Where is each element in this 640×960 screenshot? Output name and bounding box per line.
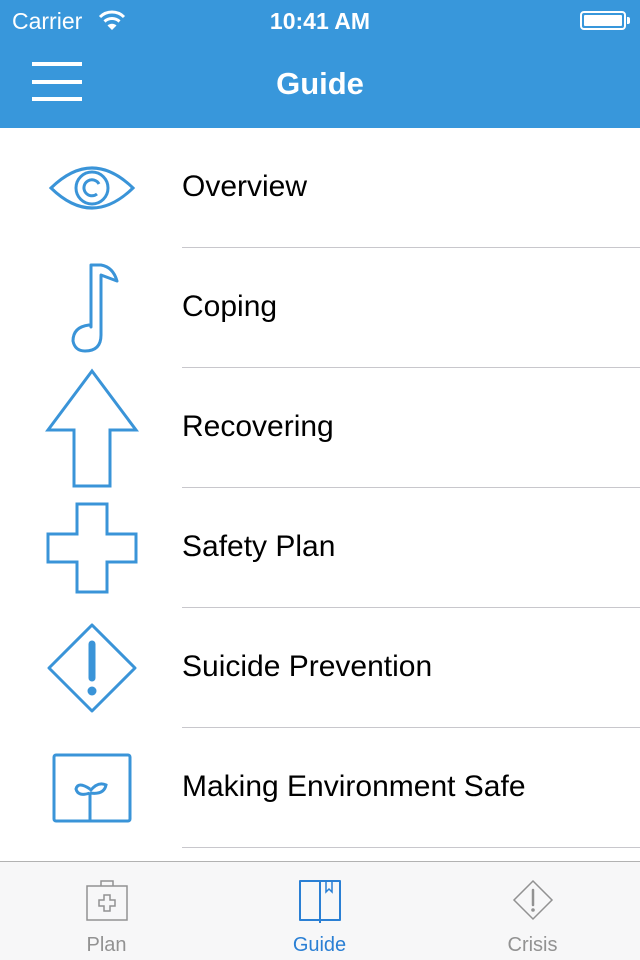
tab-plan[interactable]: Plan [0,862,213,960]
item-label: Overview [182,170,308,203]
tab-guide[interactable]: Guide [213,862,426,960]
list-item-partial[interactable] [0,848,640,861]
cross-icon [46,502,138,594]
list-item-overview[interactable]: Overview [0,128,640,248]
tab-label: Crisis [507,934,558,956]
guide-list: Overview Coping Recovering Safety Plan S… [0,128,640,861]
battery-tip [627,17,630,24]
navigation-header: Carrier 10:41 AM Guide [0,0,640,128]
list-item-recovering[interactable]: Recovering [0,368,640,488]
warning-diamond-icon [47,623,137,713]
list-item-coping[interactable]: Coping [0,248,640,368]
sprout-box-icon [52,753,132,823]
tab-bar: Plan Guide Crisis [0,861,640,960]
item-label: Coping [182,290,278,323]
list-item-safety-plan[interactable]: Safety Plan [0,488,640,608]
item-label: Making Environment Safe [182,770,526,803]
book-icon [298,880,341,923]
list-item-making-environment-safe[interactable]: Making Environment Safe [0,728,640,848]
tab-crisis[interactable]: Crisis [426,862,639,960]
status-bar: Carrier 10:41 AM [0,0,640,40]
item-label: Recovering [182,410,334,443]
battery-icon [580,11,626,30]
tab-label: Plan [86,934,127,956]
eye-icon [48,166,136,210]
list-item-suicide-prevention[interactable]: Suicide Prevention [0,608,640,728]
item-label: Safety Plan [182,530,336,563]
page-title: Guide [276,66,364,101]
item-label: Suicide Prevention [182,650,433,683]
tab-label: Guide [292,934,347,956]
clock: 10:41 AM [269,8,371,34]
warning-diamond-icon [512,879,553,921]
music-note-icon [71,263,119,353]
first-aid-kit-icon [85,880,128,921]
circle-icon [46,848,138,861]
arrow-up-icon [45,368,139,488]
